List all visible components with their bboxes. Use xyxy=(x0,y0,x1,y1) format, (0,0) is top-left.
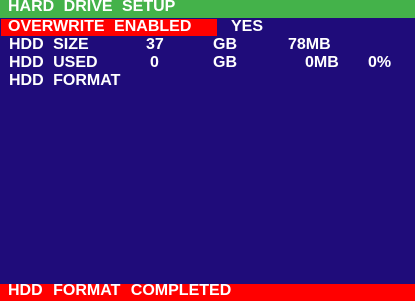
overwrite-enabled-row[interactable]: OVERWRITE ENABLED YES xyxy=(0,18,415,36)
hdd-size-label: HDD SIZE xyxy=(9,36,89,53)
hdd-used-row: HDD USED 0 GB 0MB 0% xyxy=(0,54,415,72)
hdd-size-row: HDD SIZE 37 GB 78MB xyxy=(0,36,415,54)
hdd-used-extra: 0MB xyxy=(305,54,339,71)
status-bar: HDD FORMAT COMPLETED xyxy=(0,282,415,301)
hard-drive-setup-screen: HARD DRIVE SETUP OVERWRITE ENABLED YES H… xyxy=(0,0,415,301)
page-title: HARD DRIVE SETUP xyxy=(8,0,176,15)
hdd-used-percent: 0% xyxy=(368,54,392,71)
hdd-size-value: 37 xyxy=(146,36,164,53)
overwrite-enabled-label: OVERWRITE ENABLED xyxy=(8,18,192,35)
overwrite-enabled-value[interactable]: YES xyxy=(231,18,263,36)
hdd-used-label: HDD USED xyxy=(9,54,98,71)
status-message: HDD FORMAT COMPLETED xyxy=(8,282,232,299)
hdd-format-row[interactable]: HDD FORMAT xyxy=(0,72,415,90)
hdd-format-label[interactable]: HDD FORMAT xyxy=(9,72,120,90)
hdd-used-unit: GB xyxy=(213,54,237,71)
hdd-size-unit: GB xyxy=(213,36,237,53)
title-bar: HARD DRIVE SETUP xyxy=(0,0,415,18)
hdd-size-extra: 78MB xyxy=(288,36,331,53)
hdd-used-value: 0 xyxy=(150,54,159,71)
